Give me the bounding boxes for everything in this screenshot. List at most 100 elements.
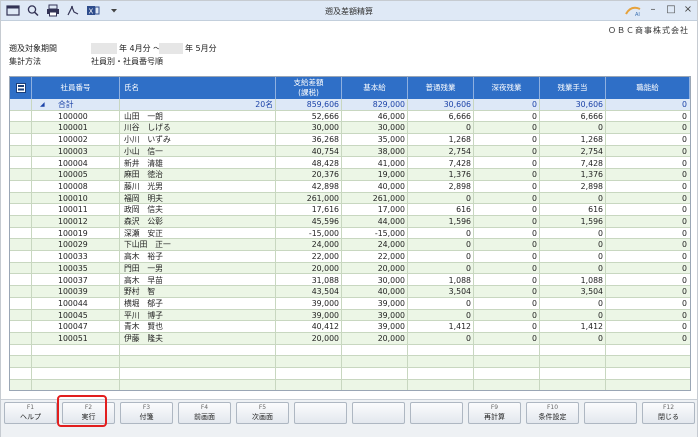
name-cell: 川谷 しげる <box>124 123 171 133</box>
table-row[interactable]: 100003 小山 信一 40,754 38,000 2,754 0 2,754 0 <box>10 145 690 158</box>
fkey-button-11[interactable] <box>584 402 637 424</box>
amount-cell: 19,000 <box>377 170 405 180</box>
title-bar: X 遡及差額精算 AI – □ × <box>1 1 697 21</box>
amount-cell: 45,596 <box>311 217 339 226</box>
collapse-icon[interactable]: ◢ <box>40 99 50 111</box>
amount-cell: 20,376 <box>311 170 339 180</box>
maximize-button[interactable]: □ <box>665 4 677 16</box>
amount-cell: 0 <box>532 123 537 133</box>
fkey-number: F3 <box>142 404 151 411</box>
fkey-button-12[interactable]: F12 閉じる <box>642 402 695 424</box>
name-cell: 高木 裕子 <box>124 252 163 262</box>
table-row[interactable]: 100035 門田 一男 20,000 20,000 0 0 0 0 <box>10 262 690 275</box>
total-row[interactable]: ◢ 合計 20名 859,606 829,000 30,606 0 30,606 0 <box>10 99 690 111</box>
table-row[interactable]: 100047 青木 賢也 40,412 39,000 1,412 0 1,412 0 <box>10 321 690 333</box>
amount-cell: 2,754 <box>448 146 471 156</box>
fkey-button-9[interactable]: F9 再計算 <box>468 402 521 424</box>
amount-cell: 22,000 <box>377 252 405 262</box>
period-from: 年 4月分 ～ <box>119 44 162 53</box>
year-from-field <box>91 43 117 54</box>
table-row[interactable]: 100045 平川 博子 39,000 39,000 0 0 0 0 <box>10 309 690 322</box>
amount-cell: 20,000 <box>377 334 405 343</box>
amount-cell: 0 <box>532 205 537 215</box>
close-button[interactable]: × <box>682 4 694 16</box>
data-grid[interactable]: 社員番号 氏名 支給差額 (課税) 基本給 普通残業 深夜残業 残業手当 職能給 ◢ 合計 20名… <box>9 76 691 391</box>
amount-cell: -15,000 <box>374 228 405 238</box>
fkey-button-4[interactable]: F4 前画面 <box>178 402 231 424</box>
amount-cell: 0 <box>532 310 537 320</box>
amount-cell: 41,000 <box>377 158 405 168</box>
amount-cell: 0 <box>532 240 537 250</box>
header-col-overtime[interactable]: 普通残業 <box>408 77 474 99</box>
header-col-latenight[interactable]: 深夜残業 <box>474 77 540 99</box>
table-row[interactable]: 100004 新井 清雄 48,428 41,000 7,428 0 7,428 0 <box>10 157 690 170</box>
table-row[interactable]: 100001 川谷 しげる 30,000 30,000 0 0 0 0 <box>10 122 690 135</box>
amount-cell: 0 <box>682 158 687 168</box>
amount-cell: 36,268 <box>311 135 339 145</box>
amount-cell: 0 <box>682 135 687 145</box>
total-value: 829,000 <box>372 100 405 109</box>
amount-cell: 1,412 <box>448 322 471 332</box>
fkey-button-1[interactable]: F1 ヘルプ <box>4 402 57 424</box>
amount-cell: 39,000 <box>311 298 339 308</box>
header-col-basic[interactable]: 基本給 <box>342 77 408 99</box>
header-col-name[interactable]: 氏名 <box>120 77 276 99</box>
total-value: 0 <box>682 100 687 109</box>
table-row[interactable]: 100029 下山田 正一 24,000 24,000 0 0 0 0 <box>10 239 690 252</box>
total-value: 30,606 <box>443 100 471 109</box>
fkey-button-3[interactable]: F3 付箋 <box>120 402 173 424</box>
amount-cell: 24,000 <box>311 240 339 250</box>
fkey-button-5[interactable]: F5 次画面 <box>236 402 289 424</box>
amount-cell: 0 <box>532 287 537 297</box>
amount-cell: 17,000 <box>377 205 405 215</box>
amount-cell: 0 <box>532 275 537 285</box>
table-row[interactable]: 100037 高木 早苗 31,088 30,000 1,088 0 1,088 0 <box>10 274 690 287</box>
amount-cell: 261,000 <box>306 193 339 203</box>
fkey-label: 次画面 <box>252 413 273 421</box>
header-col-skill[interactable]: 職能給 <box>606 77 690 99</box>
table-row[interactable]: 100002 小川 いずみ 36,268 35,000 1,268 0 1,268 0 <box>10 134 690 146</box>
amount-cell: 1,088 <box>580 275 603 285</box>
table-row[interactable]: 100019 深瀬 安正 -15,000 -15,000 0 0 0 0 <box>10 227 690 240</box>
amount-cell: 39,000 <box>377 298 405 308</box>
table-row[interactable]: 100010 福岡 明夫 261,000 261,000 0 0 0 0 <box>10 192 690 205</box>
fkey-number: F12 <box>662 404 675 411</box>
amount-cell: 0 <box>466 298 471 308</box>
header-col-diff[interactable]: 支給差額 (課税) <box>276 77 342 99</box>
grid-line <box>539 99 540 390</box>
total-value: 859,606 <box>306 100 339 109</box>
table-row[interactable]: 100033 高木 裕子 22,000 22,000 0 0 0 0 <box>10 251 690 263</box>
table-row[interactable]: 100044 横堀 郁子 39,000 39,000 0 0 0 0 <box>10 297 690 310</box>
amount-cell: 39,000 <box>377 310 405 320</box>
table-row[interactable]: 100051 伊藤 隆夫 20,000 20,000 0 0 0 0 <box>10 333 690 345</box>
table-row[interactable]: 100000 山田 一朗 52,666 46,000 6,666 0 6,666 0 <box>10 110 690 123</box>
header-settings-icon[interactable] <box>10 77 32 99</box>
amount-cell: 52,666 <box>311 111 339 121</box>
table-row[interactable]: 100011 政岡 信夫 17,616 17,000 616 0 616 0 <box>10 204 690 216</box>
amount-cell: 44,000 <box>377 217 405 226</box>
fkey-button-7[interactable] <box>352 402 405 424</box>
amount-cell: 0 <box>682 263 687 273</box>
amount-cell: 0 <box>532 322 537 332</box>
amount-cell: 0 <box>466 310 471 320</box>
amount-cell: 0 <box>682 205 687 215</box>
amount-cell: 0 <box>598 123 603 133</box>
table-row[interactable]: 100012 森沢 公彰 45,596 44,000 1,596 0 1,596 0 <box>10 216 690 228</box>
table-header: 社員番号 氏名 支給差額 (課税) 基本給 普通残業 深夜残業 残業手当 職能給 <box>10 77 690 99</box>
name-cell: 福岡 明夫 <box>124 193 163 203</box>
amount-cell: 42,898 <box>311 181 339 191</box>
table-row[interactable]: 100008 藤川 光男 42,898 40,000 2,898 0 2,898 0 <box>10 180 690 193</box>
header-col-emp-no[interactable]: 社員番号 <box>32 77 120 99</box>
minimize-button[interactable]: – <box>647 4 659 16</box>
amount-cell: 0 <box>466 123 471 133</box>
fkey-button-6[interactable] <box>294 402 347 424</box>
header-col-ot-allowance[interactable]: 残業手当 <box>540 77 606 99</box>
fkey-button-8[interactable] <box>410 402 463 424</box>
fkey-button-10[interactable]: F10 条件設定 <box>526 402 579 424</box>
table-row[interactable]: 100039 野村 智 43,504 40,000 3,504 0 3,504 0 <box>10 286 690 298</box>
amount-cell: 31,088 <box>311 275 339 285</box>
table-row[interactable]: 100005 麻田 徳治 20,376 19,000 1,376 0 1,376 0 <box>10 169 690 181</box>
empty-row <box>10 368 690 380</box>
amount-cell: 7,428 <box>580 158 603 168</box>
amount-cell: 0 <box>682 146 687 156</box>
